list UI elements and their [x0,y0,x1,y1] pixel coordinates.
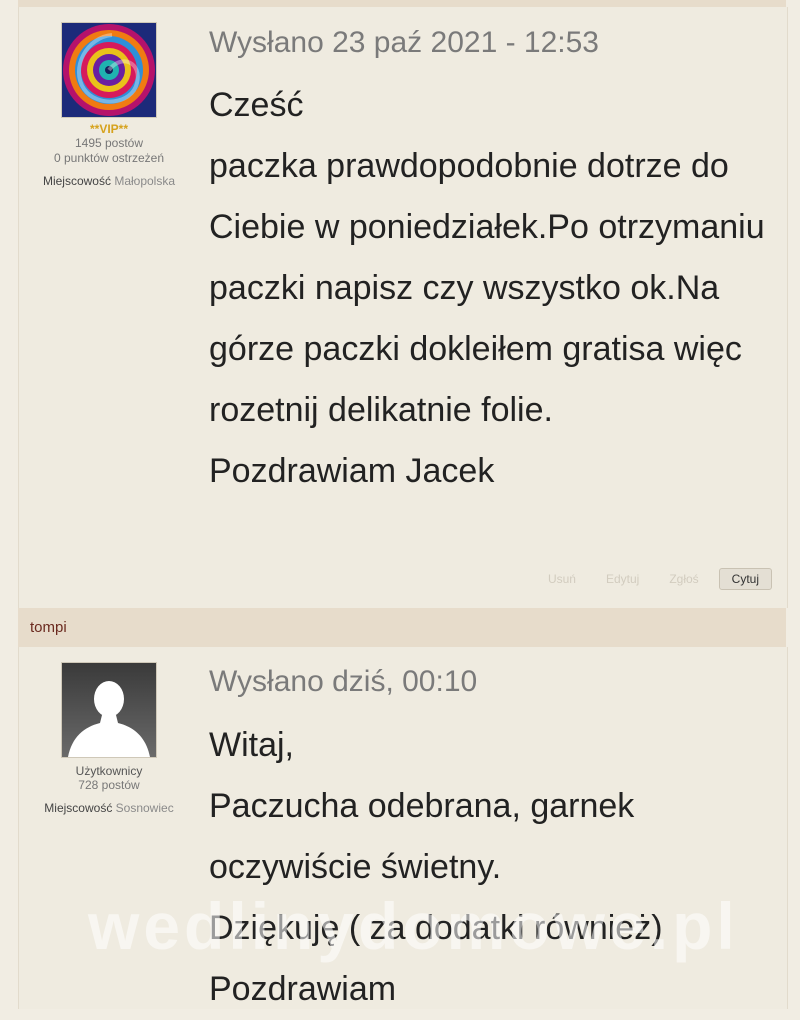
forum-page: **VIP** 1495 postów 0 punktów ostrzeżeń … [0,0,800,1009]
user-location: Miejscowość Małopolska [19,174,199,188]
forum-post: Użytkownicy 728 postów Miejscowość Sosno… [18,647,788,1009]
location-value: Małopolska [114,174,176,188]
user-location: Miejscowość Sosnowiec [19,801,199,815]
post-body: Cześć paczka prawdopodobnie dotrze do Ci… [209,75,769,502]
avatar[interactable] [61,662,157,758]
post-author-info: **VIP** 1495 postów 0 punktów ostrzeżeń … [19,22,199,188]
post-body-line: Pozdrawiam [209,970,397,1008]
default-user-silhouette-icon [62,663,156,757]
avatar[interactable] [61,22,157,118]
location-value: Sosnowiec [115,801,174,815]
forum-post: **VIP** 1495 postów 0 punktów ostrzeżeń … [18,7,788,608]
edit-button[interactable]: Edytuj [606,572,639,586]
post-count: 1495 postów [74,136,144,150]
post-body-line: Cześć [209,86,304,124]
delete-button[interactable]: Usuń [548,572,576,586]
location-label: Miejscowość [44,801,113,815]
post-count: 728 postów [78,778,140,792]
post-date: Wysłano dziś, 00:10 [209,665,478,698]
post-username-bar: tompi [18,608,786,647]
report-button[interactable]: Zgłoś [669,572,698,586]
user-rank: Użytkownicy [75,764,143,778]
post-body-line: Pozdrawiam Jacek [209,452,495,490]
username-link[interactable]: tompi [30,619,67,636]
post-body-line: paczka prawdopodobnie dotrze do Ciebie w… [209,147,765,429]
user-rank: **VIP** [89,122,129,136]
post-author-info: Użytkownicy 728 postów Miejscowość Sosno… [19,662,199,815]
post-actions: Usuń Edytuj Zgłoś Cytuj [518,568,772,590]
post-body: Witaj, Paczucha odebrana, garnek oczywiś… [209,715,769,1020]
post-body-line: Dziękuję ( za dodatki również) [209,909,663,947]
post-body-line: Witaj, [209,726,294,764]
location-label: Miejscowość [42,174,111,188]
previous-post-header-edge [18,0,786,7]
spiral-avatar-icon [62,23,156,117]
post-date: Wysłano 23 paź 2021 - 12:53 [209,26,599,59]
warning-points: 0 punktów ostrzeżeń [53,151,165,165]
quote-button[interactable]: Cytuj [718,568,772,590]
post-body-line: Paczucha odebrana, garnek oczywiście świ… [209,787,635,886]
